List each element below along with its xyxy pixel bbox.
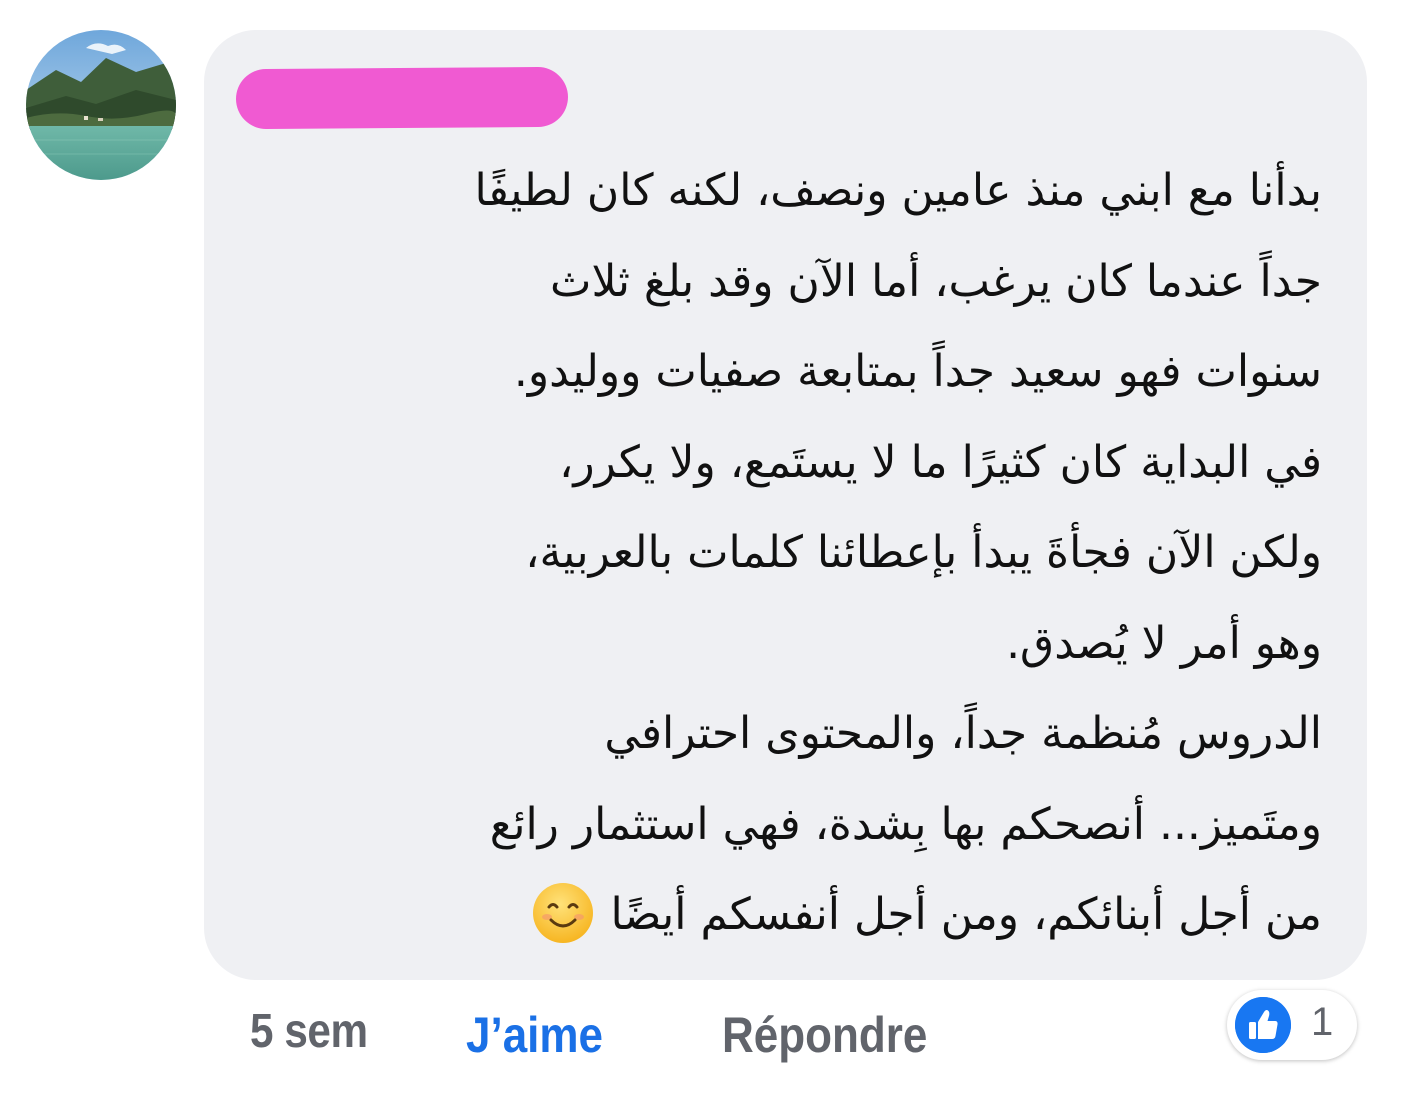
comment-view: بدأنا مع ابني منذ عامين ونصف، لكنه كان ل…: [0, 0, 1408, 1117]
smiling-face-emoji-icon: [532, 882, 594, 944]
landscape-avatar-icon: [26, 30, 176, 180]
comment-line-text: من أجل أبنائكم، ومن أجل أنفسكم أيضًا: [610, 889, 1322, 940]
comment-line: ولكن الآن فجأةَ يبدأ بإعطائنا كلمات بالع…: [525, 527, 1322, 578]
comment-line: سنوات فهو سعيد جداً بمتابعة صفيات ووليدو…: [513, 346, 1322, 397]
comment-actions: 5 sem J’aime Répondre: [0, 1000, 1408, 1080]
comment-line: وهو أمر لا يُصدق.: [1006, 617, 1322, 669]
comment-timestamp: 5 sem: [250, 1005, 368, 1058]
comment-body: بدأنا مع ابني منذ عامين ونصف، لكنه كان ل…: [322, 146, 1322, 961]
comment-line-last: من أجل أبنائكم، ومن أجل أنفسكم أيضًا: [322, 870, 1322, 961]
author-avatar[interactable]: [26, 30, 176, 180]
comment-line: جداً عندما كان يرغب، أما الآن وقد بلغ ثل…: [550, 255, 1322, 307]
thumbs-up-icon: [1235, 997, 1291, 1053]
comment-line: الدروس مُنظمة جداً، والمحتوى احترافي: [604, 708, 1322, 759]
author-name-redaction: [235, 66, 569, 130]
like-button[interactable]: J’aime: [466, 1006, 603, 1064]
comment-line: ومتَميز... أنصحكم بها بِشدة، فهي استثمار…: [489, 798, 1322, 850]
reaction-count: 1: [1311, 1000, 1334, 1044]
comment-line: بدأنا مع ابني منذ عامين ونصف، لكنه كان ل…: [474, 165, 1322, 216]
reactions-summary[interactable]: 1: [1227, 990, 1357, 1060]
comment-line: في البداية كان كثيرًا ما لا يستَمع، ولا …: [559, 436, 1322, 488]
reply-button[interactable]: Répondre: [722, 1006, 927, 1064]
